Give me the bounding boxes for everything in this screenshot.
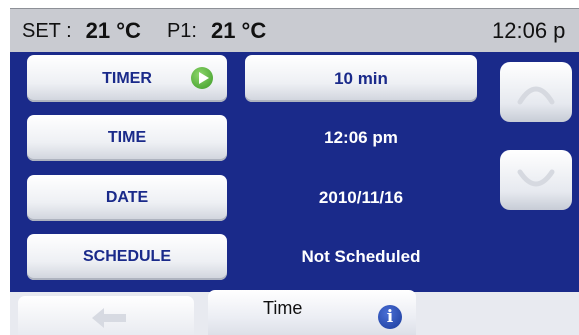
time-button[interactable]: TIME <box>27 115 227 161</box>
date-button[interactable]: DATE <box>27 175 227 221</box>
set-label: SET : <box>22 19 72 42</box>
timer-button[interactable]: TIMER <box>27 55 227 102</box>
thermostat-screen: SET : 21 °C P1: 21 °C 12:06 p TIMER 10 m… <box>0 0 579 335</box>
schedule-value: Not Scheduled <box>301 247 421 266</box>
time-label: TIME <box>107 129 147 146</box>
play-icon[interactable] <box>191 67 213 89</box>
tab-time-label: Time <box>263 298 303 318</box>
tab-time[interactable]: Time i <box>208 290 416 335</box>
schedule-button[interactable]: SCHEDULE <box>27 234 227 280</box>
time-value: 12:06 pm <box>324 128 398 147</box>
chevron-down-icon <box>517 169 555 187</box>
p1-label: P1: <box>166 19 197 42</box>
set-temperature: 21 °C <box>85 18 141 43</box>
p1-temperature: 21 °C <box>210 18 267 43</box>
timer-value-button[interactable]: 10 min <box>245 55 477 102</box>
status-bar: SET : 21 °C P1: 21 °C 12:06 p <box>10 8 579 53</box>
date-value: 2010/11/16 <box>318 188 404 207</box>
chevron-up-icon <box>517 86 555 105</box>
back-button[interactable] <box>18 296 194 335</box>
timer-label: TIMER <box>102 69 152 87</box>
clock: 12:06 p <box>492 18 566 43</box>
timer-value: 10 min <box>334 68 388 88</box>
info-icon[interactable]: i <box>378 305 402 329</box>
up-button[interactable] <box>500 62 572 122</box>
schedule-label: SCHEDULE <box>82 248 171 265</box>
top-border <box>0 0 579 8</box>
back-arrow-icon <box>92 308 126 328</box>
date-label: DATE <box>105 189 149 206</box>
down-button[interactable] <box>500 150 572 210</box>
